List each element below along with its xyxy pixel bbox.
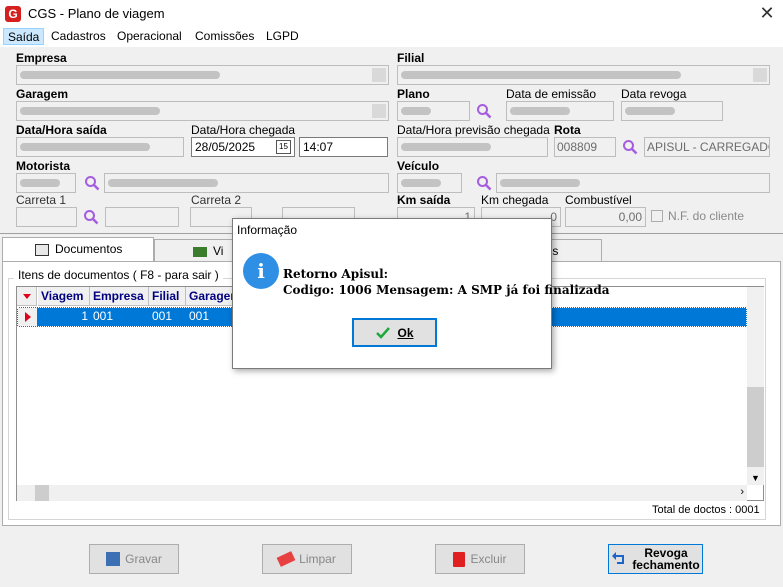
horizontal-scrollbar[interactable]: › [17, 485, 747, 501]
carreta2-label: Carreta 2 [191, 193, 242, 207]
window-title: CGS - Plano de viagem [28, 6, 165, 21]
scroll-right-icon[interactable]: › [740, 486, 744, 498]
rota-code-field[interactable]: 008809 [554, 137, 616, 157]
plano-label: Plano [397, 87, 430, 101]
veiculo-code-field[interactable] [397, 173, 462, 193]
filial-label: Filial [397, 51, 425, 65]
rota-search-icon[interactable] [622, 139, 638, 155]
motorista-code-field[interactable] [16, 173, 76, 193]
carreta1-name-field[interactable] [105, 207, 179, 227]
dialog-message-line2: Codigo: 1006 Mensagem: A SMP já foi fina… [283, 283, 610, 297]
hora-chegada-input[interactable]: 14:07 [299, 137, 388, 157]
empresa-label: Empresa [16, 51, 67, 65]
nf-cliente-checkbox[interactable] [651, 210, 663, 222]
trash-icon [453, 551, 466, 567]
ok-button[interactable]: Ok [352, 318, 437, 347]
documents-icon [35, 243, 49, 256]
veiculo-label: Veículo [397, 159, 440, 173]
plano-field[interactable] [397, 101, 470, 121]
data-hora-saida-label: Data/Hora saída [16, 123, 107, 137]
km-saida-label: Km saída [397, 193, 451, 207]
revoga-fechamento-button[interactable]: Revoga fechamento [608, 544, 703, 574]
previsao-chegada-label: Data/Hora previsão chegada [397, 123, 550, 137]
undo-arrow-icon [612, 552, 625, 564]
row-indicator [18, 308, 37, 326]
menu-saida[interactable]: Saída [3, 28, 45, 45]
col-empresa[interactable]: Empresa [90, 287, 149, 306]
garagem-label: Garagem [16, 87, 69, 101]
rota-name-field[interactable]: APISUL - CARREGADO - [644, 137, 770, 157]
cell-filial: 001 [152, 309, 173, 323]
nf-cliente-label: N.F. do cliente [668, 209, 745, 223]
data-revoga-field[interactable] [621, 101, 723, 121]
documents-group-title: Itens de documentos ( F8 - para sair ) [14, 268, 223, 282]
menu-cadastros[interactable]: Cadastros [47, 28, 110, 45]
save-icon [106, 552, 121, 566]
col-garagem[interactable]: Garagem [186, 287, 234, 306]
data-hora-chegada-label: Data/Hora chegada [191, 123, 296, 137]
limpar-button[interactable]: Limpar [262, 544, 352, 574]
truck-icon [193, 246, 207, 257]
km-chegada-label: Km chegada [481, 193, 549, 207]
carreta1-search-icon[interactable] [83, 209, 99, 225]
calendar-icon[interactable]: 15 [276, 140, 291, 154]
dialog-message-line1: Retorno Apisul: [283, 267, 389, 281]
sort-down-icon [23, 294, 31, 299]
data-revoga-label: Data revoga [621, 87, 687, 101]
data-emissao-field[interactable] [506, 101, 614, 121]
dialog-body [233, 241, 551, 368]
vertical-scrollbar[interactable]: ▼ [747, 287, 764, 485]
data-hora-saida-field[interactable] [16, 137, 184, 157]
col-filial[interactable]: Filial [149, 287, 186, 306]
cell-empresa: 001 [93, 309, 114, 323]
scroll-down-icon[interactable]: ▼ [751, 473, 760, 483]
menu-lgpd[interactable]: LGPD [262, 28, 303, 45]
cell-garagem: 001 [189, 309, 210, 323]
carreta1-label: Carreta 1 [16, 193, 67, 207]
row-pointer-icon [25, 312, 31, 322]
gravar-button[interactable]: Gravar [89, 544, 179, 574]
tab-viagem[interactable]: Vi [154, 239, 244, 261]
info-icon: i [243, 253, 279, 289]
filial-field[interactable] [397, 65, 770, 85]
data-emissao-label: Data de emissão [506, 87, 597, 101]
previsao-chegada-field[interactable] [397, 137, 548, 157]
app-logo-icon: G [5, 6, 21, 22]
excluir-button[interactable]: Excluir [435, 544, 525, 574]
grid-corner [17, 287, 37, 306]
close-icon[interactable]: ✕ [755, 2, 779, 24]
scroll-thumb[interactable] [747, 387, 764, 467]
menu-comissoes[interactable]: Comissões [191, 28, 258, 45]
garagem-field[interactable] [16, 101, 389, 121]
veiculo-name-field[interactable] [496, 173, 770, 193]
motorista-name-field[interactable] [104, 173, 389, 193]
rota-label: Rota [554, 123, 581, 137]
menu-operacional[interactable]: Operacional [113, 28, 186, 45]
check-icon [376, 326, 391, 339]
veiculo-search-icon[interactable] [476, 175, 492, 191]
total-docs: Total de doctos : 0001 [652, 504, 760, 516]
combustivel-label: Combustível [565, 193, 632, 207]
carreta1-code-field[interactable] [16, 207, 77, 227]
cell-viagem: 1 [81, 309, 88, 323]
combustivel-field[interactable]: 0,00 [565, 207, 646, 227]
hscroll-thumb[interactable] [35, 485, 49, 501]
empresa-field[interactable] [16, 65, 389, 85]
col-viagem[interactable]: Viagem [38, 287, 90, 306]
dialog-title: Informação [233, 219, 551, 241]
tab-documentos[interactable]: Documentos [2, 237, 154, 262]
motorista-search-icon[interactable] [84, 175, 100, 191]
plano-search-icon[interactable] [476, 103, 492, 119]
motorista-label: Motorista [16, 159, 70, 173]
eraser-icon [276, 551, 296, 567]
